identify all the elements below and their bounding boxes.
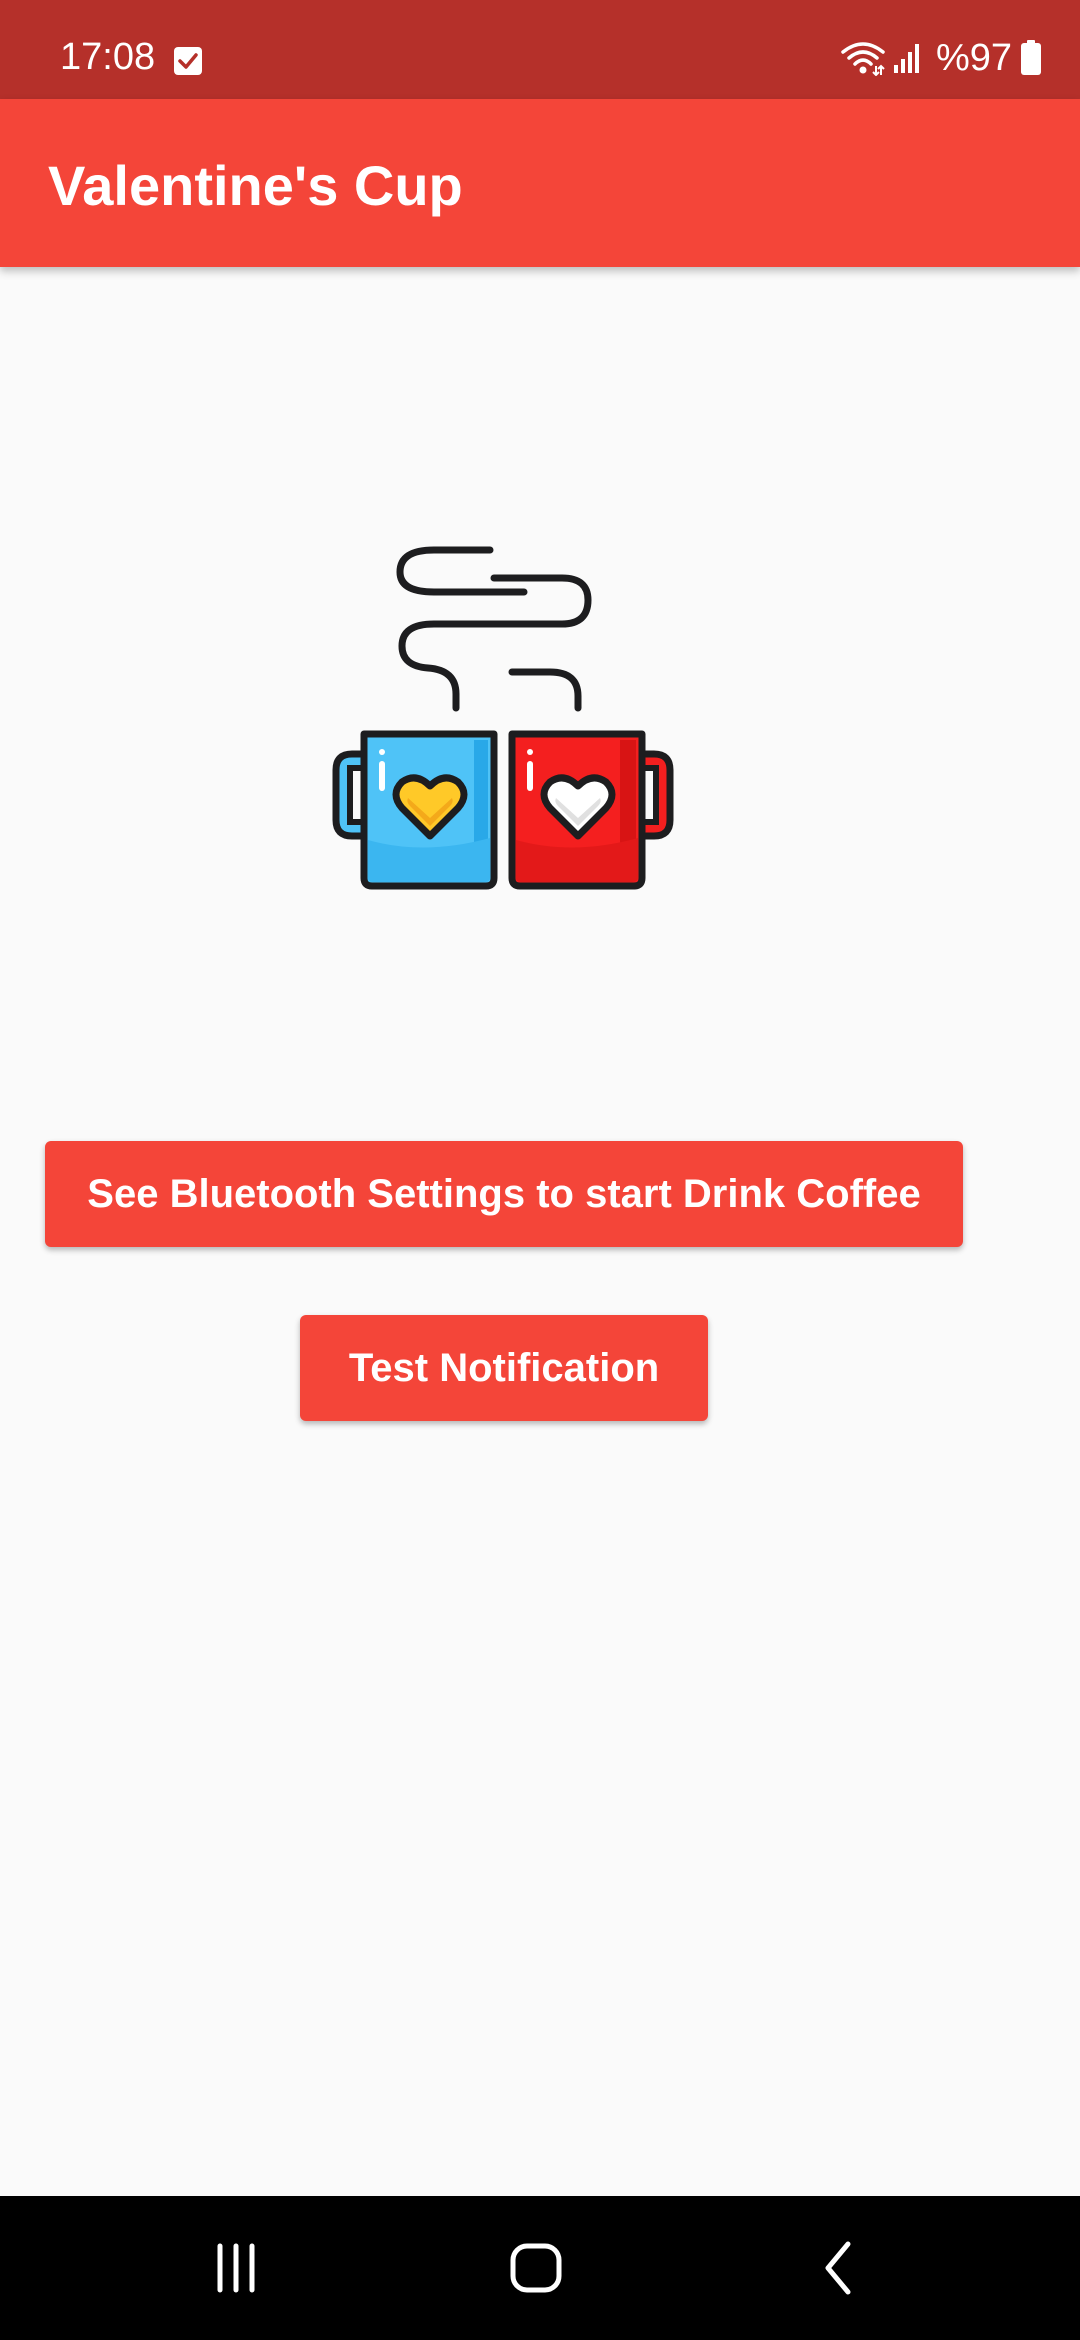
status-time: 17:08 xyxy=(60,36,156,78)
checkbox-notification-icon xyxy=(173,46,203,76)
app-screen: 17:08 %97 Valentine's Cup See Bluetooth … xyxy=(0,0,1080,2340)
bluetooth-settings-button[interactable]: See Bluetooth Settings to start Drink Co… xyxy=(45,1141,963,1247)
app-title: Valentine's Cup xyxy=(48,154,463,217)
battery-icon xyxy=(1020,40,1042,76)
navigation-bar xyxy=(0,2196,1080,2340)
app-bar: Valentine's Cup xyxy=(0,99,1080,267)
wifi-icon xyxy=(840,40,886,76)
test-notification-button[interactable]: Test Notification xyxy=(300,1315,708,1421)
recents-icon[interactable] xyxy=(156,2196,316,2340)
home-icon[interactable] xyxy=(456,2196,616,2340)
back-icon[interactable] xyxy=(760,2196,920,2340)
status-icons: %97 xyxy=(840,38,1042,78)
signal-icon xyxy=(892,41,922,75)
status-bar: 17:08 %97 xyxy=(0,0,1080,99)
battery-percentage: %97 xyxy=(935,37,1012,79)
two-coffee-mugs-with-hearts-icon xyxy=(324,540,684,900)
